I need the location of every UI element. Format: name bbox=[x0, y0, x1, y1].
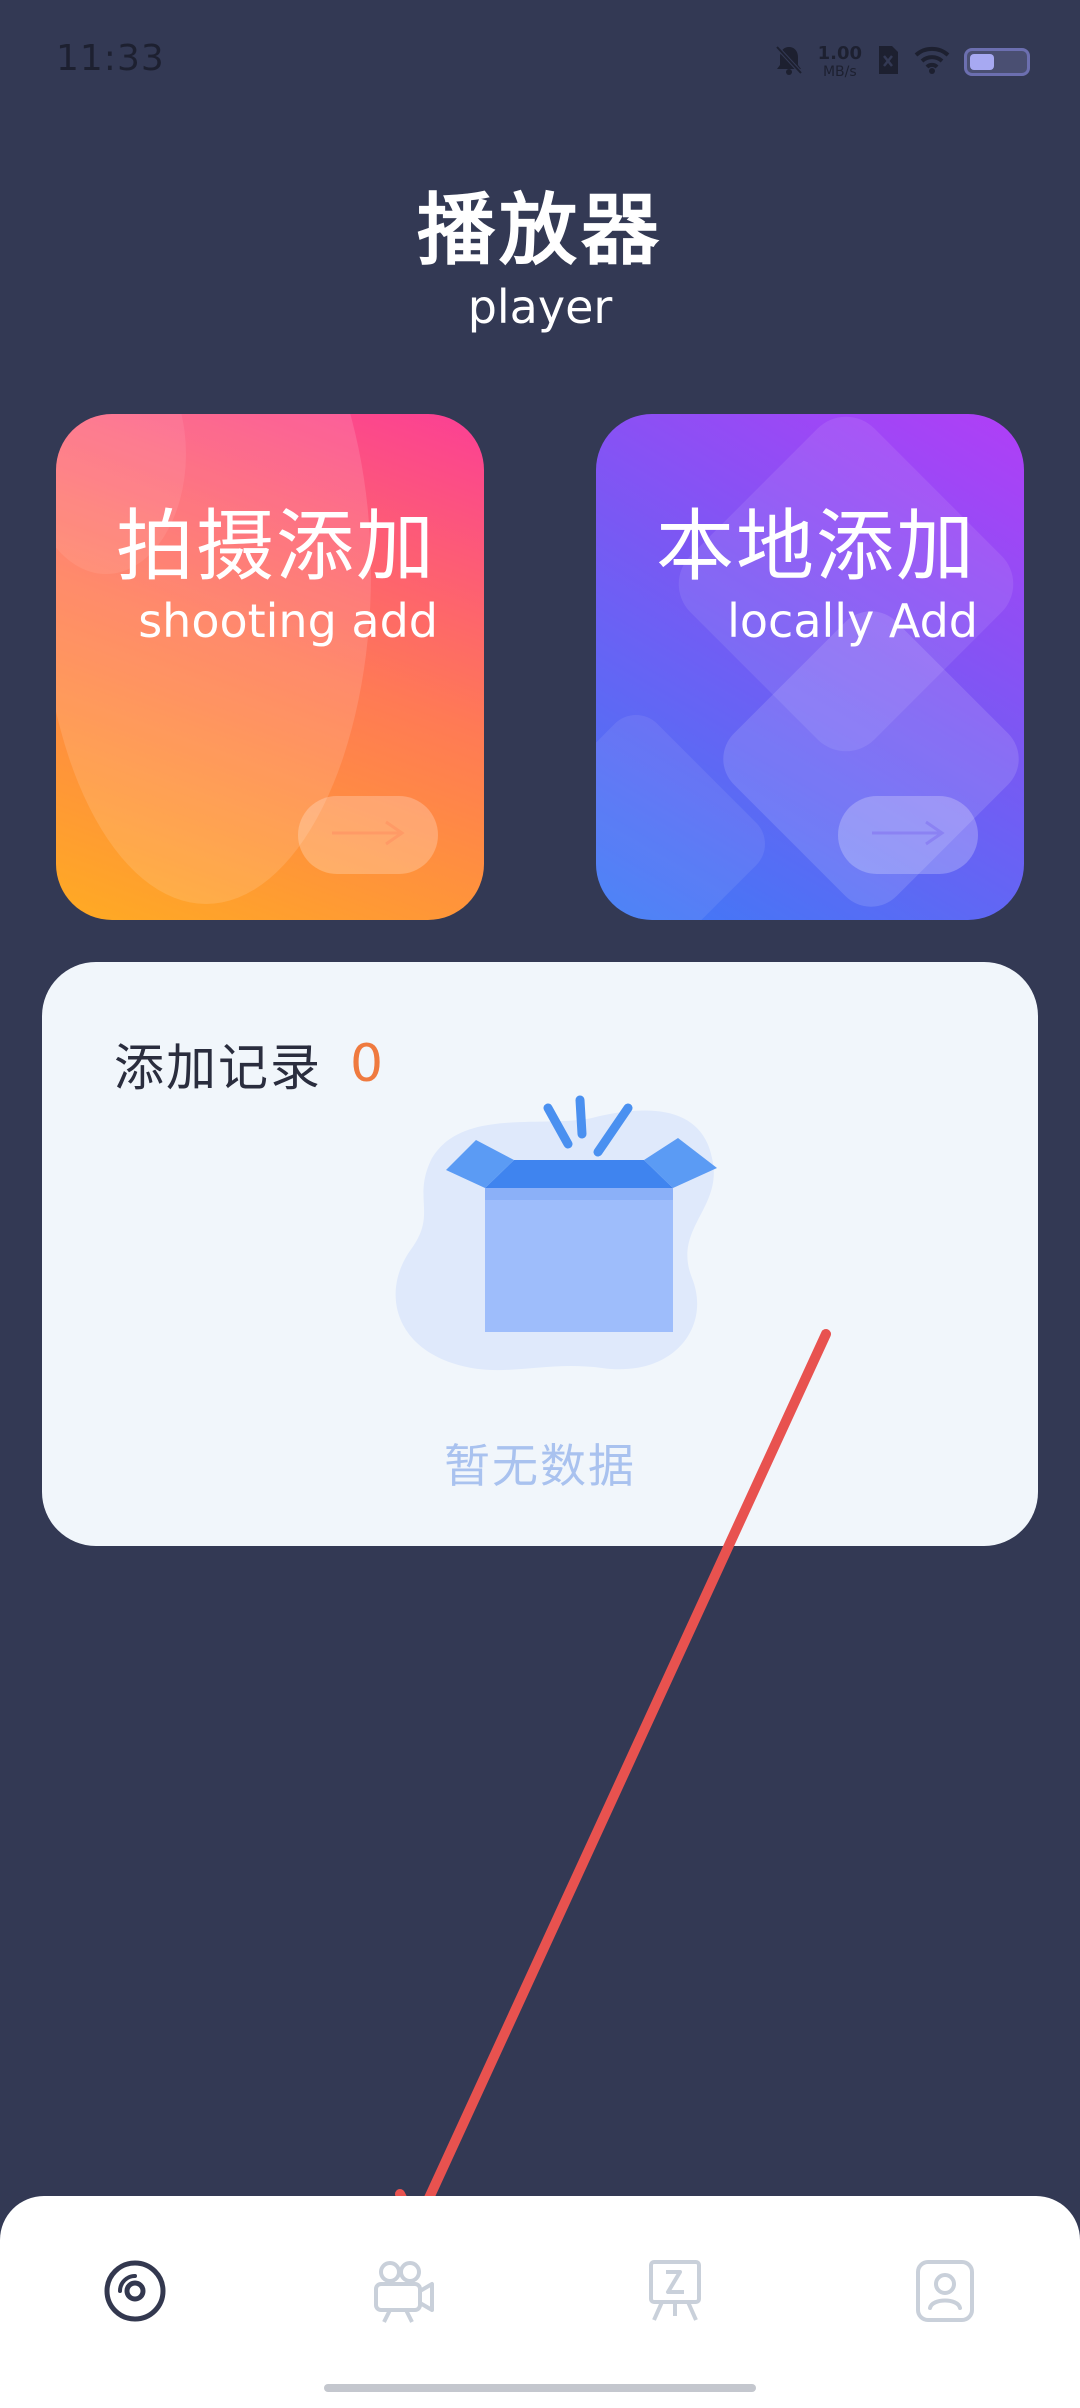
open-box-icon bbox=[372, 1088, 742, 1378]
network-speed-unit: MB/s bbox=[822, 64, 857, 80]
nav-item-camera[interactable] bbox=[360, 2248, 450, 2338]
record-title: 添加记录 bbox=[114, 1039, 322, 1097]
sim-icon bbox=[876, 44, 900, 80]
network-speed-value: 1.00 bbox=[817, 43, 862, 64]
empty-data-text: 暂无数据 bbox=[444, 1439, 636, 1493]
shooting-add-arrow-button[interactable] bbox=[298, 796, 438, 874]
bottom-nav bbox=[0, 2196, 1080, 2408]
battery-icon bbox=[964, 48, 1030, 76]
shooting-add-title: 拍摄添加 bbox=[115, 502, 436, 592]
locally-add-title: 本地添加 bbox=[655, 502, 976, 592]
page-subtitle: player bbox=[467, 280, 613, 334]
home-indicator[interactable] bbox=[324, 2384, 756, 2392]
nav-item-player[interactable] bbox=[90, 2248, 180, 2338]
record-count: 0 bbox=[350, 1034, 384, 1094]
disc-icon bbox=[102, 2258, 168, 2328]
shooting-add-subtitle: shooting add bbox=[138, 594, 438, 648]
locally-add-card[interactable]: 本地添加 locally Add bbox=[596, 414, 1024, 920]
arrow-right-icon bbox=[868, 818, 948, 852]
record-header: 添加记录 0 bbox=[114, 1028, 383, 1100]
status-icons: 1.00 MB/s bbox=[774, 40, 1030, 84]
nav-item-easel[interactable] bbox=[630, 2248, 720, 2338]
network-speed: 1.00 MB/s bbox=[817, 43, 862, 80]
status-time: 11:33 bbox=[56, 38, 165, 79]
nav-item-profile[interactable] bbox=[900, 2248, 990, 2338]
locally-add-subtitle: locally Add bbox=[727, 594, 978, 648]
mute-icon bbox=[774, 44, 804, 80]
easel-icon bbox=[644, 2258, 706, 2328]
status-bar: 11:33 1.00 MB/s bbox=[0, 0, 1080, 120]
add-record-panel: 添加记录 0 暂无数据 bbox=[42, 962, 1038, 1546]
arrow-right-icon bbox=[328, 818, 408, 852]
shooting-add-card[interactable]: 拍摄添加 shooting add bbox=[56, 414, 484, 920]
profile-icon bbox=[914, 2258, 976, 2328]
locally-add-arrow-button[interactable] bbox=[838, 796, 978, 874]
video-camera-icon bbox=[370, 2258, 440, 2328]
wifi-icon bbox=[914, 45, 950, 79]
battery-level bbox=[970, 54, 994, 70]
page-title: 播放器 bbox=[416, 186, 663, 276]
